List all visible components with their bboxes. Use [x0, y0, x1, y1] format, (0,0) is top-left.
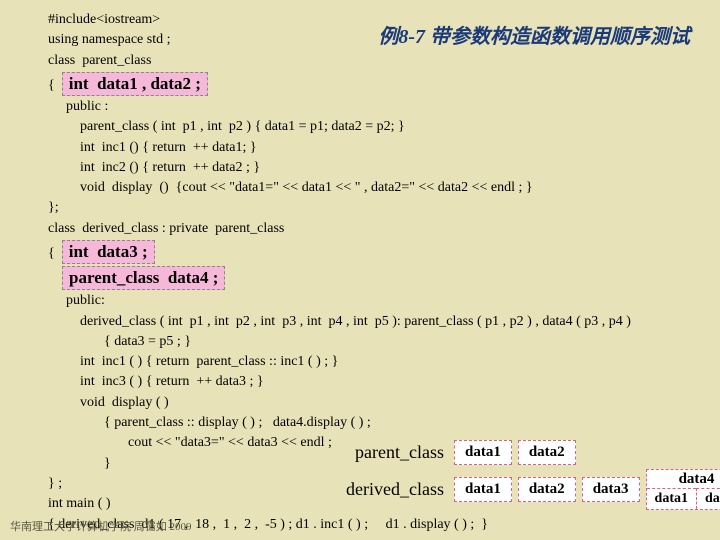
sub-cell: data1 — [647, 488, 696, 509]
code-line: parent_class data4 ; — [48, 265, 720, 291]
diagram-cell: data1 — [454, 440, 512, 465]
diagram-subobject: data4 data1 data2 — [646, 469, 720, 510]
code-line: parent_class ( int p1 , int p2 ) { data1… — [48, 117, 720, 137]
code-line: int inc3 ( ) { return ++ data3 ; } — [48, 372, 720, 392]
sub-cell: data2 — [696, 488, 720, 509]
diagram-cell: data2 — [518, 477, 576, 502]
footer-credit: 华南理工大学计算机学院 周霭如 2009 — [10, 518, 192, 534]
code-line: public: — [48, 291, 720, 311]
diagram-cell: data2 — [518, 440, 576, 465]
code-line: void display () {cout << "data1=" << dat… — [48, 178, 720, 198]
code-line: int inc1 ( ) { return parent_class :: in… — [48, 352, 720, 372]
highlight-members-2b: parent_class data4 ; — [62, 266, 225, 290]
sub-label: data4 — [647, 470, 720, 488]
diagram-row-derived: derived_class data1 data2 data3 data4 da… — [330, 469, 720, 510]
row-label: derived_class — [330, 479, 448, 500]
highlight-members-2a: int data3 ; — [62, 240, 155, 264]
code-line: { int data3 ; — [48, 239, 720, 265]
code-line: { data3 = p5 ; } — [48, 332, 720, 352]
code-line: public : — [48, 97, 720, 117]
code-line: { int data1 , data2 ; — [48, 71, 720, 97]
code-line: int inc1 () { return ++ data1; } — [48, 138, 720, 158]
memory-diagram: parent_class data1 data2 derived_class d… — [330, 440, 720, 510]
code-line: derived_class ( int p1 , int p2 , int p3… — [48, 312, 720, 332]
code-line: void display ( ) — [48, 393, 720, 413]
code-line: class parent_class — [48, 51, 720, 71]
code-line: }; — [48, 198, 720, 218]
highlight-members-1: int data1 , data2 ; — [62, 72, 208, 96]
diagram-row-parent: parent_class data1 data2 — [330, 440, 720, 465]
row-label: parent_class — [330, 442, 448, 463]
diagram-cell: data1 — [454, 477, 512, 502]
diagram-cell: data3 — [582, 477, 640, 502]
code-line: class derived_class : private parent_cla… — [48, 219, 720, 239]
code-line: int inc2 () { return ++ data2 ; } — [48, 158, 720, 178]
code-line: { parent_class :: display ( ) ; data4.di… — [48, 413, 720, 433]
slide-title: 例8-7 带参数构造函数调用顺序测试 — [378, 20, 690, 49]
